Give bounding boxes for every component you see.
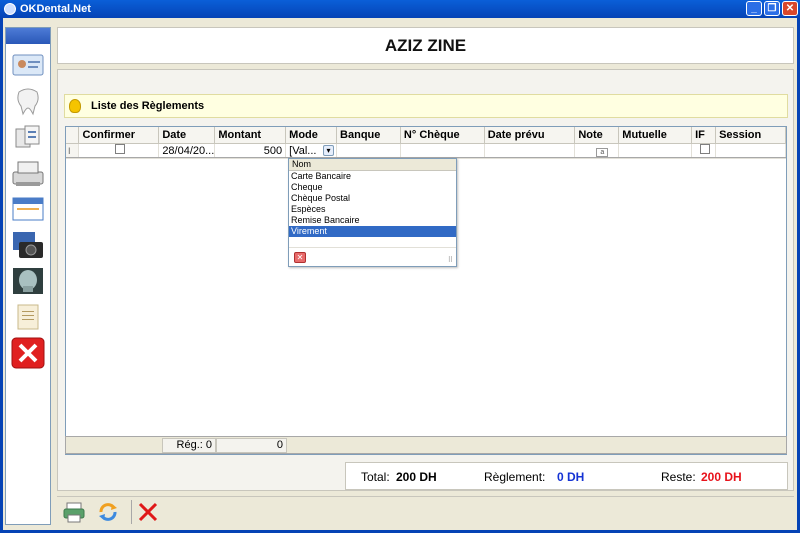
reg-total: 0 [216, 438, 287, 453]
reste-label: Reste: [661, 470, 696, 484]
banque-cell[interactable] [336, 143, 401, 159]
column-header[interactable]: Note [574, 127, 620, 144]
delete-icon[interactable] [135, 499, 161, 525]
maximize-button[interactable]: ❐ [764, 1, 780, 16]
notice-text: Liste des Règlements [91, 100, 205, 112]
xray-icon[interactable] [10, 266, 46, 296]
sidebar-header [6, 28, 50, 44]
table-row[interactable]: I 28/04/20... 500 [Val... ▾ a [66, 143, 786, 159]
window-title: OKDental.Net [20, 3, 91, 15]
mode-value: [Val... [289, 144, 317, 157]
cash-register-icon[interactable] [10, 158, 46, 188]
clear-selection-icon[interactable]: ✕ [294, 252, 306, 263]
close-window-button[interactable]: ✕ [782, 1, 798, 16]
dropdown-option[interactable]: Cheque [289, 182, 456, 193]
column-header[interactable]: Mode [285, 127, 338, 144]
app-icon [4, 3, 16, 15]
patient-card-icon[interactable] [10, 50, 46, 80]
dropdown-column-header: Nom [289, 159, 456, 171]
date-cell[interactable]: 28/04/20... [158, 143, 216, 159]
dropdown-option-selected[interactable]: Virement [289, 226, 456, 237]
if-checkbox[interactable] [700, 144, 711, 154]
minimize-button[interactable]: _ [746, 1, 762, 16]
column-header[interactable]: Date [158, 127, 216, 144]
mode-cell[interactable]: [Val... ▾ [285, 143, 338, 159]
row-selector-header [66, 127, 80, 144]
dropdown-footer: ✕ ⠿ [289, 247, 456, 266]
reglement-value: 0 DH [557, 470, 585, 484]
column-header[interactable]: N° Chèque [400, 127, 485, 144]
dropdown-option[interactable]: Chèque Postal [289, 193, 456, 204]
montant-cell[interactable]: 500 [214, 143, 287, 159]
camera-icon[interactable] [10, 230, 46, 260]
notice-bar: Liste des Règlements [64, 94, 788, 118]
if-cell[interactable] [691, 143, 717, 159]
mode-dropdown-list[interactable]: Nom Carte Bancaire Cheque Chèque Postal … [288, 158, 457, 267]
total-value: 200 DH [396, 470, 437, 484]
column-header[interactable]: Montant [214, 127, 287, 144]
cheque-number-cell[interactable] [400, 143, 485, 159]
notepad-icon[interactable] [10, 302, 46, 332]
note-icon[interactable]: a [596, 147, 609, 157]
column-header[interactable]: Mutuelle [618, 127, 693, 144]
lightbulb-icon [69, 99, 81, 113]
totals-panel: Total: 200 DH Règlement: 0 DH Reste: 200… [345, 462, 788, 490]
dropdown-option[interactable]: Espèces [289, 204, 456, 215]
table-header-row: Confirmer Date Montant Mode Banque N° Ch… [66, 127, 786, 144]
column-header[interactable]: Confirmer [78, 127, 160, 144]
dropdown-option[interactable]: Remise Bancaire [289, 215, 456, 226]
documents-icon[interactable] [10, 122, 46, 152]
column-header[interactable]: IF [691, 127, 717, 144]
date-prevu-cell[interactable] [484, 143, 576, 159]
resize-grip-icon[interactable]: ⠿ [448, 256, 453, 264]
session-cell[interactable] [715, 143, 786, 159]
column-header[interactable]: Date prévu [484, 127, 576, 144]
column-header[interactable]: Session [715, 127, 786, 144]
tooth-icon[interactable] [10, 86, 46, 116]
payments-table: Confirmer Date Montant Mode Banque N° Ch… [66, 127, 786, 159]
column-header[interactable]: Banque [336, 127, 401, 144]
dropdown-option[interactable]: Carte Bancaire [289, 171, 456, 182]
reste-value: 200 DH [701, 470, 742, 484]
total-label: Total: [361, 470, 390, 484]
window-icon[interactable] [10, 194, 46, 224]
reg-count: Rég.: 0 [162, 438, 216, 453]
title-bar: OKDental.Net _ ❐ ✕ [0, 0, 800, 18]
mutuelle-cell[interactable] [618, 143, 693, 159]
bottom-toolbar [57, 496, 794, 526]
patient-name: AZIZ ZINE [384, 35, 467, 55]
note-cell[interactable]: a [574, 143, 620, 159]
grid-footer: Rég.: 0 0 [65, 436, 787, 454]
reglement-label: Règlement: [484, 470, 546, 484]
row-marker[interactable]: I [66, 143, 80, 159]
close-icon[interactable] [10, 337, 46, 369]
chevron-down-icon[interactable]: ▾ [323, 144, 335, 156]
toolbar-separator [131, 500, 132, 524]
printer-icon[interactable] [61, 499, 87, 525]
refresh-icon[interactable] [95, 499, 121, 525]
confirm-checkbox[interactable] [115, 144, 126, 154]
sidebar [5, 27, 51, 525]
patient-name-header: AZIZ ZINE [57, 27, 794, 64]
confirm-cell[interactable] [78, 143, 160, 159]
